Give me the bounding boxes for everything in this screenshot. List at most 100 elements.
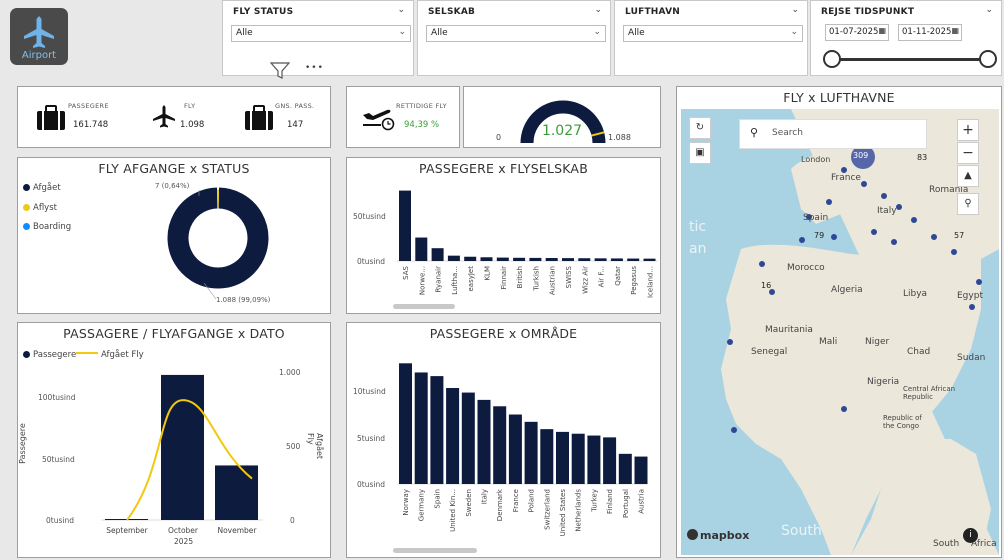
bar <box>610 258 623 261</box>
x-tick-label: Norwe... <box>418 266 426 295</box>
map-marker[interactable] <box>727 339 733 345</box>
x-tick-label: United Kin... <box>449 489 457 532</box>
map-marker[interactable] <box>911 217 917 223</box>
map-marker[interactable] <box>841 406 847 412</box>
map-place-label: Italy <box>877 206 897 216</box>
date-range-track <box>833 58 989 61</box>
map-place-label: Algeria <box>831 285 863 295</box>
airline-chart-card: PASSEGERE x FLYSELSKAB 50tusind 0tusind … <box>346 157 661 314</box>
app-logo[interactable]: Airport <box>10 8 68 65</box>
selskab-label: SELSKAB <box>428 7 476 17</box>
lufthavn-label: LUFTHAVN <box>625 7 680 17</box>
passagere-label: PASSEGERE <box>68 102 109 110</box>
date-combo-chart: September October November <box>101 374 263 535</box>
chevron-down-icon[interactable]: ⌄ <box>397 5 405 15</box>
map-canvas[interactable]: 309 83 79 57 16 London France Spain Ital… <box>681 109 999 555</box>
horizontal-scrollbar[interactable] <box>393 304 455 309</box>
gns-value: 147 <box>287 120 304 130</box>
zoom-out-icon[interactable]: − <box>957 142 979 164</box>
x-tick-label: Wizz Air <box>581 266 589 294</box>
map-place-label: London <box>801 155 831 164</box>
app-logo-label: Airport <box>21 50 57 61</box>
map-marker[interactable] <box>871 229 877 235</box>
x-tick-label: SAS <box>402 265 410 279</box>
x-tick-label: Iceland... <box>647 266 655 298</box>
rettidige-value: 94,39 % <box>404 120 440 130</box>
x-tick-label: SWISS <box>565 265 573 288</box>
map-marker[interactable] <box>951 249 957 255</box>
horizontal-scrollbar[interactable] <box>393 548 477 553</box>
rejse-tidspunkt-label: REJSE TIDSPUNKT <box>821 7 915 17</box>
chevron-down-icon[interactable]: ⌄ <box>791 5 799 15</box>
more-options-icon[interactable]: ••• <box>305 63 324 73</box>
bar <box>431 248 444 261</box>
chevron-down-icon[interactable]: ⌄ <box>594 5 602 15</box>
map-marker[interactable] <box>731 427 737 433</box>
zoom-search-icon[interactable]: ⚲ <box>957 193 979 215</box>
chevron-down-icon: ⌄ <box>790 27 798 37</box>
bar <box>578 258 591 261</box>
x-tick-label: Netherlands <box>575 489 583 532</box>
compass-icon[interactable]: ▲ <box>957 165 979 187</box>
map-place-label: South <box>933 539 960 549</box>
bar <box>215 465 258 520</box>
bar <box>571 433 585 484</box>
map-marker[interactable] <box>861 181 867 187</box>
x-tick-label: Italy <box>481 489 489 504</box>
date-to-input[interactable]: 01-11-2025 ▦ <box>898 24 962 41</box>
map-marker[interactable] <box>759 261 765 267</box>
map-place-label: France <box>831 173 861 183</box>
calendar-icon[interactable]: ▦ <box>878 26 886 35</box>
filter-icon[interactable] <box>269 62 291 84</box>
region-chart-card: PASSEGERE x OMRÅDE 10tusind 5tusind 0tus… <box>346 322 661 558</box>
map-place-label: Senegal <box>751 347 788 357</box>
selskab-dropdown[interactable]: Alle ⌄ <box>426 25 606 42</box>
map-rect-select-icon[interactable]: ▣ <box>689 142 711 164</box>
info-icon[interactable]: i <box>963 528 978 543</box>
x-tick-label: Norway <box>402 489 410 516</box>
briefcase-icon <box>37 105 65 130</box>
bar <box>496 257 509 261</box>
zoom-in-icon[interactable]: + <box>957 119 979 141</box>
map-marker[interactable] <box>826 199 832 205</box>
mapbox-icon <box>687 529 698 540</box>
calendar-icon[interactable]: ▦ <box>951 26 959 35</box>
date-from-input[interactable]: 01-07-2025 ▦ <box>825 24 889 41</box>
map-place-label: Egypt <box>957 291 983 301</box>
chevron-down-icon: ⌄ <box>398 27 406 37</box>
map-card: FLY x LUFTHAVNE 309 83 79 57 16 London F… <box>676 86 1002 558</box>
x-tick-label: British <box>516 266 524 288</box>
map-marker[interactable] <box>831 234 837 240</box>
x-tick-label: Turkey <box>590 489 598 513</box>
map-marker[interactable] <box>891 239 897 245</box>
map-place-label: Nigeria <box>867 377 900 387</box>
map-marker[interactable] <box>976 279 982 285</box>
fly-status-dropdown[interactable]: Alle ⌄ <box>231 25 411 42</box>
date-to-value: 01-11-2025 <box>902 27 952 37</box>
bar <box>618 453 632 484</box>
x-tick-label: Poland <box>528 489 536 512</box>
region-bar-chart: Norway Germany Spain United Kin... Sweden Ita… <box>397 363 649 536</box>
bar <box>529 257 542 261</box>
map-search[interactable]: ⚲ Search <box>739 119 927 149</box>
x-tick-label: Finnair <box>500 266 508 290</box>
map-marker[interactable] <box>799 237 805 243</box>
x-tick-label: Turkish <box>532 266 540 292</box>
lufthavn-dropdown[interactable]: Alle ⌄ <box>623 25 803 42</box>
bar <box>545 258 558 261</box>
x-tick-label: Qatar <box>614 266 622 286</box>
chevron-down-icon[interactable]: ⌄ <box>985 5 993 15</box>
bar <box>477 399 491 484</box>
map-lasso-icon[interactable]: ↻ <box>689 117 711 139</box>
map-marker[interactable] <box>881 193 887 199</box>
search-placeholder: Search <box>772 128 803 138</box>
map-place-label: Mali <box>819 337 838 347</box>
bar <box>161 374 204 520</box>
date-range-end-handle[interactable] <box>979 50 997 68</box>
airline-bar-chart: SAS Norwe... Ryanair Luftha... easyJet KLM Fin… <box>397 190 658 298</box>
bar <box>480 257 493 261</box>
map-marker[interactable] <box>931 234 937 240</box>
x-tick-label: Air F... <box>598 266 606 287</box>
map-marker[interactable] <box>969 304 975 310</box>
date-range-start-handle[interactable] <box>823 50 841 68</box>
